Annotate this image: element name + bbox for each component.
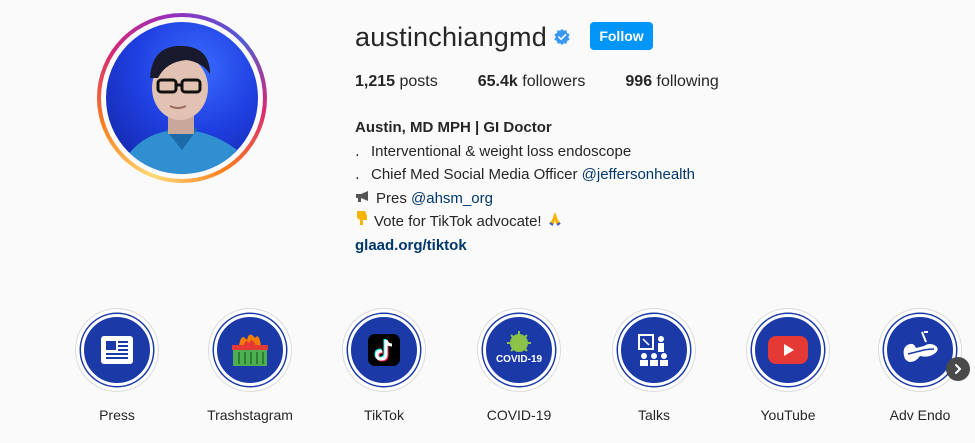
- mention-link[interactable]: @ahsm_org: [411, 187, 493, 211]
- highlight-label: Trashstagram: [207, 407, 293, 423]
- newspaper-icon: [101, 336, 133, 364]
- bio-line: Vote for TikTok advocate!: [355, 210, 695, 234]
- highlight-label: Adv Endo: [889, 407, 951, 423]
- bullet-icon: ․: [355, 166, 360, 182]
- dumpster-fire-icon: [232, 334, 268, 366]
- avatar-photo: [106, 22, 258, 174]
- highlight-cover: [214, 314, 286, 386]
- bio-name: Austin, MD MPH | GI Doctor: [355, 119, 552, 136]
- mention-link[interactable]: @jeffersonhealth: [582, 163, 695, 187]
- highlight-tiktok[interactable]: TikTok: [334, 308, 434, 423]
- verified-badge-icon: [554, 28, 570, 46]
- bio-line: ․ Interventional & weight loss endoscope: [355, 140, 695, 164]
- bio-line: ․ Chief Med Social Media Officer @jeffer…: [355, 163, 695, 187]
- story-highlights: Press Trashstagram TikTok COVID-19 COVID…: [0, 308, 975, 443]
- highlight-trashstagram[interactable]: Trashstagram: [200, 308, 300, 423]
- pancreas-icon: [903, 331, 938, 362]
- following-label: following: [656, 73, 719, 90]
- covid-icon: COVID-19: [496, 331, 543, 365]
- highlight-youtube[interactable]: YouTube: [738, 308, 838, 423]
- profile-avatar[interactable]: [97, 13, 267, 183]
- highlight-ring: [612, 308, 696, 392]
- highlight-cover: COVID-19: [483, 314, 555, 386]
- following-stat[interactable]: 996 following: [625, 73, 718, 91]
- highlight-ring: [75, 308, 159, 392]
- presentation-icon: [638, 334, 668, 366]
- followers-label: followers: [522, 73, 586, 90]
- highlight-label: COVID-19: [486, 407, 552, 423]
- youtube-icon: [768, 336, 808, 364]
- bio-line: Pres @ahsm_org: [355, 187, 695, 211]
- chevron-right-icon: [955, 364, 962, 374]
- highlight-cover: [618, 314, 690, 386]
- bio-line-text: Chief Med Social Media Officer: [371, 166, 582, 183]
- highlight-label: TikTok: [364, 407, 404, 423]
- highlight-cover: [752, 314, 824, 386]
- highlight-label: YouTube: [760, 407, 816, 423]
- bio-line-text: Pres: [376, 189, 412, 207]
- posts-stat: 1,215 posts: [355, 73, 438, 91]
- highlight-label: Talks: [638, 407, 670, 423]
- follow-button[interactable]: Follow: [590, 22, 653, 50]
- posts-label: posts: [399, 73, 438, 90]
- highlight-label: Press: [99, 407, 135, 423]
- bio-line-text: Vote for TikTok advocate!: [374, 213, 542, 230]
- bio-website-link[interactable]: glaad.org/tiktok: [355, 234, 695, 258]
- tiktok-icon: [368, 334, 400, 366]
- bio-line-text: Interventional & weight loss endoscope: [371, 142, 632, 160]
- highlight-cover: [348, 314, 420, 386]
- profile-stats: 1,215 posts 65.4k followers 996 followin…: [355, 73, 759, 91]
- svg-text:COVID-19: COVID-19: [496, 354, 543, 365]
- posts-count: 1,215: [355, 73, 396, 90]
- megaphone-icon: [355, 187, 371, 211]
- highlight-cover: [884, 314, 956, 386]
- highlight-ring: COVID-19: [477, 308, 561, 392]
- pointing-down-icon: [355, 210, 369, 234]
- profile-bio: Austin, MD MPH | GI Doctor ․ Interventio…: [355, 116, 695, 257]
- followers-count: 65.4k: [477, 73, 518, 90]
- bullet-icon: ․: [355, 142, 360, 159]
- highlight-press[interactable]: Press: [67, 308, 167, 423]
- highlight-ring: [342, 308, 426, 392]
- following-count: 996: [625, 73, 653, 90]
- highlights-next-button[interactable]: [946, 357, 970, 381]
- highlight-ring: [208, 308, 292, 392]
- highlight-covid[interactable]: COVID-19 COVID-19: [469, 308, 569, 423]
- profile-username: austinchiangmd: [355, 22, 547, 52]
- highlight-cover: [81, 314, 153, 386]
- praying-hands-icon: [547, 210, 563, 234]
- followers-stat[interactable]: 65.4k followers: [478, 73, 586, 91]
- highlight-ring: [746, 308, 830, 392]
- highlight-ring: [878, 308, 962, 392]
- highlight-talks[interactable]: Talks: [604, 308, 704, 423]
